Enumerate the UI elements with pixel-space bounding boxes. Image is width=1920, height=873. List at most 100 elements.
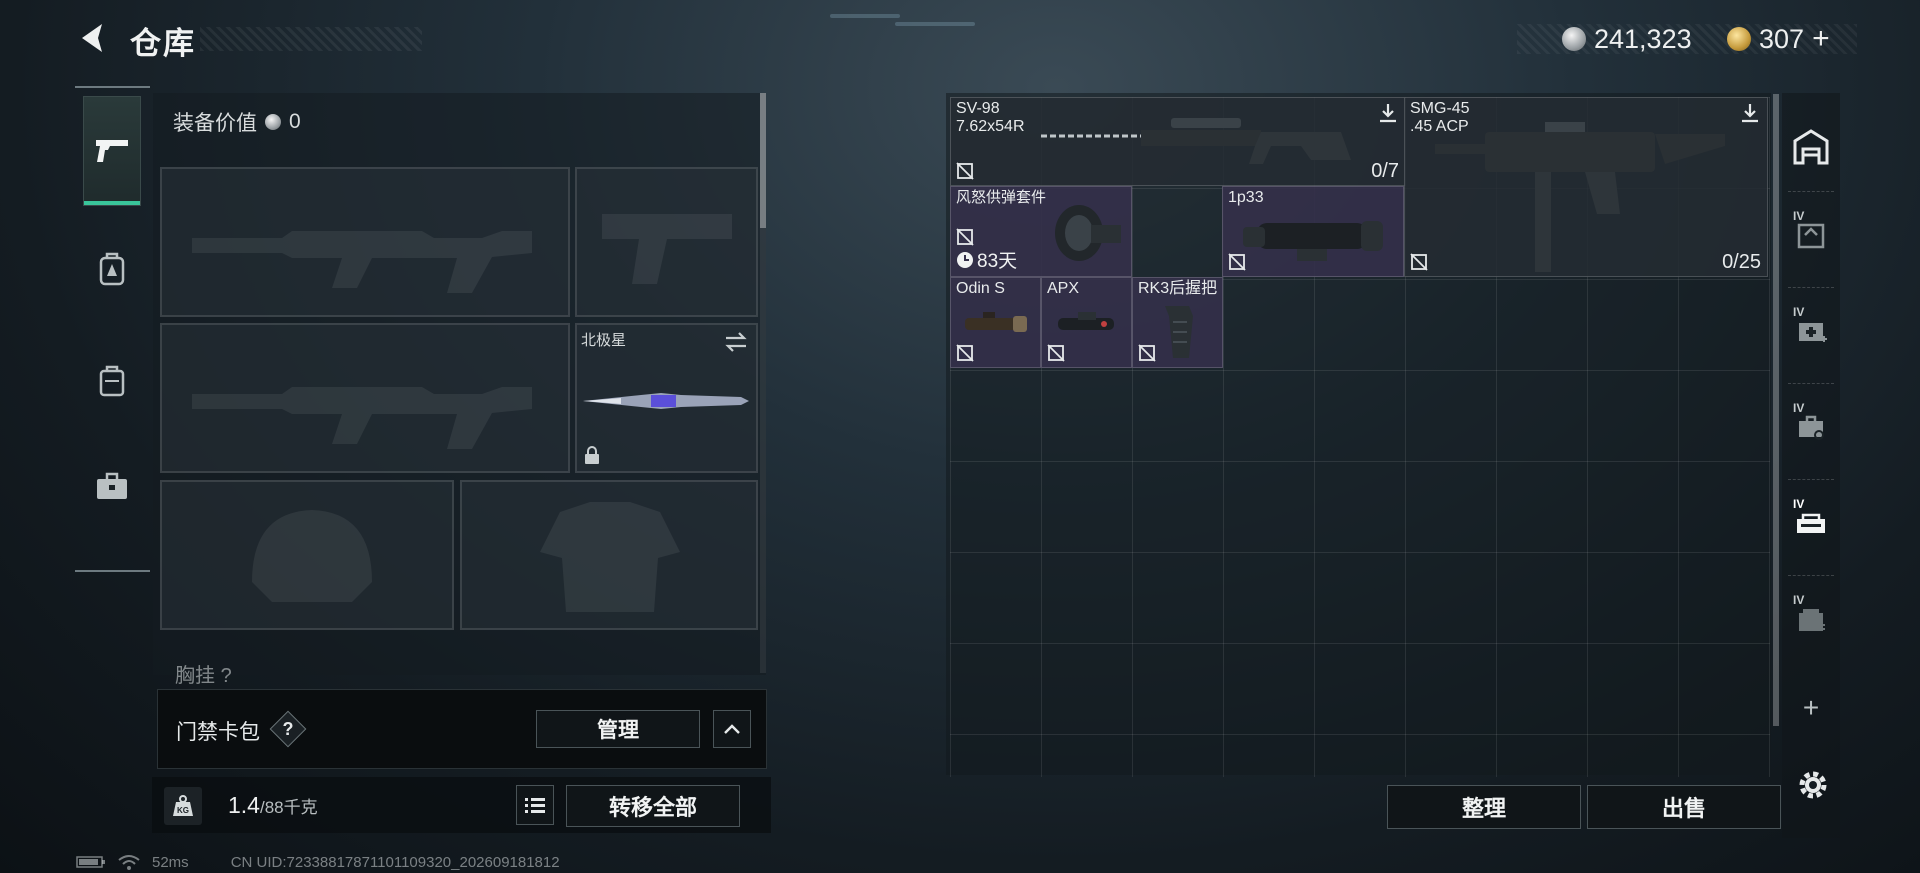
side-tab-stash[interactable] <box>1788 107 1834 187</box>
sniper-rifle-icon <box>1041 118 1351 164</box>
storage-item-1p33-scope[interactable]: 1p33 <box>1222 186 1404 277</box>
sell-button[interactable]: 出售 <box>1587 785 1781 829</box>
pistol-icon <box>96 140 128 162</box>
stash-icon <box>1793 129 1829 165</box>
capacity-bar: KG 1.4/88千克 转移全部 <box>152 777 771 833</box>
settings-button[interactable] <box>1795 767 1831 803</box>
add-currency-button[interactable]: + <box>1812 22 1830 56</box>
rifle-silhouette-icon <box>192 387 532 449</box>
capacity-max: /88千克 <box>259 798 318 817</box>
rifle-silhouette-icon <box>192 231 532 293</box>
tab-level: IV <box>1793 401 1805 415</box>
tab-level: IV <box>1793 209 1805 223</box>
flashlight-icon <box>965 312 1027 332</box>
download-icon[interactable] <box>1739 102 1761 124</box>
sort-button[interactable]: 整理 <box>1387 785 1581 829</box>
loadout-scrollbar[interactable] <box>760 93 766 673</box>
battery-icon <box>76 856 105 868</box>
nav-tab-backpack[interactable] <box>83 214 141 324</box>
side-tab-case-5[interactable]: IV <box>1788 579 1834 659</box>
armor-slot[interactable] <box>460 480 758 630</box>
side-tab-case-3[interactable]: IV <box>1788 387 1834 467</box>
bound-icon <box>1410 253 1428 271</box>
sidearm-slot[interactable] <box>575 167 758 317</box>
silver-currency: 241,323 <box>1562 24 1692 54</box>
back-arrow-icon <box>82 24 102 52</box>
backpack-icon <box>99 252 125 286</box>
storage-scrollbar[interactable] <box>1773 94 1779 726</box>
nav-tab-weapons[interactable] <box>83 96 141 206</box>
bound-icon <box>956 162 974 180</box>
back-button[interactable] <box>76 20 112 56</box>
nav-tab-rig[interactable] <box>83 326 141 436</box>
expand-button[interactable] <box>713 710 751 748</box>
silver-coin-icon <box>1562 27 1586 51</box>
equipment-value-amount: 0 <box>289 110 301 133</box>
storage-panel: SV-98 7.62x54R 0/7 SMG-45.45 ACP 0/25 风怒… <box>946 93 1781 829</box>
loadout-panel: 装备价值 0 北极星 胸挂 ? <box>153 93 766 687</box>
tab-separator <box>1788 383 1834 384</box>
silver-currency-value: 241,323 <box>1594 23 1692 54</box>
helmet-slot[interactable] <box>160 480 454 630</box>
keycard-help-button[interactable]: ? <box>269 710 307 748</box>
page-title: 仓库 <box>130 26 196 61</box>
gold-currency-value: 307 <box>1759 23 1805 54</box>
download-icon[interactable] <box>1377 102 1399 124</box>
tab-separator <box>1788 479 1834 480</box>
toolbox-icon <box>97 472 127 499</box>
transfer-all-button[interactable]: 转移全部 <box>566 785 740 827</box>
side-tab-case-1[interactable]: IV <box>1788 195 1834 275</box>
item-name: 1p33 <box>1228 189 1264 206</box>
melee-item-name: 北极星 <box>581 332 627 349</box>
nav-divider <box>75 86 150 88</box>
gear-icon <box>1799 771 1827 799</box>
storage-item-rk3-grip[interactable]: RK3后握把 <box>1132 277 1223 368</box>
bound-icon <box>1047 344 1065 362</box>
bound-icon <box>1228 253 1246 271</box>
svg-text:KG: KG <box>177 806 189 815</box>
rig-icon <box>99 365 125 397</box>
tab-level: IV <box>1793 497 1805 511</box>
chevron-up-icon <box>724 724 740 734</box>
swap-icon[interactable] <box>724 331 748 353</box>
manage-button[interactable]: 管理 <box>536 710 700 748</box>
gold-coin-icon <box>1727 27 1751 51</box>
item-name: APX <box>1047 280 1080 297</box>
equipment-category-nav <box>75 86 150 576</box>
primary-weapon-slot[interactable] <box>160 167 570 317</box>
scope-icon <box>1243 221 1383 261</box>
keycard-wallet-label: 门禁卡包 <box>176 721 260 744</box>
expiry-days: 83天 <box>977 251 1018 272</box>
wifi-icon <box>118 855 140 870</box>
ammo-count: 0/7 <box>1371 160 1399 182</box>
red-dot-sight-icon <box>1058 312 1114 330</box>
equipment-value: 装备价值 0 <box>173 107 301 137</box>
storage-item-sv98[interactable]: SV-98 7.62x54R 0/7 <box>950 97 1406 186</box>
drum-magazine-icon <box>1055 205 1121 261</box>
ammo-count: 0/25 <box>1722 251 1761 273</box>
secondary-weapon-slot[interactable] <box>160 323 570 473</box>
status-bar: 52ms CN UID:72338817871101109320_2026091… <box>76 852 560 872</box>
list-view-button[interactable] <box>516 785 554 825</box>
loadout-scroll-thumb[interactable] <box>760 93 766 228</box>
storage-item-apx[interactable]: APX <box>1041 277 1132 368</box>
add-case-button[interactable]: + <box>1788 683 1834 733</box>
tab-separator <box>1788 191 1834 192</box>
gold-currency[interactable]: 307 + <box>1727 22 1830 56</box>
storage-item-drum-mag-kit[interactable]: 风怒供弹套件 83天 <box>950 186 1132 277</box>
storage-item-odin-s[interactable]: Odin S <box>950 277 1041 368</box>
bound-icon <box>956 344 974 362</box>
storage-item-smg45[interactable]: SMG-45.45 ACP 0/25 <box>1404 97 1768 277</box>
side-tab-case-2[interactable]: IV <box>1788 291 1834 371</box>
smg-icon <box>1435 122 1725 272</box>
chest-rig-name: 胸挂 <box>175 665 215 687</box>
storage-page-tabs: IV IV IV IV IV + <box>1782 93 1840 838</box>
side-tab-case-4[interactable]: IV <box>1788 483 1834 563</box>
keycard-wallet-bar: 门禁卡包 ? 管理 <box>157 689 767 769</box>
melee-slot[interactable]: 北极星 <box>575 323 758 473</box>
item-name: 风怒供弹套件 <box>956 189 1047 206</box>
item-expiry: 83天 <box>956 246 1017 273</box>
chest-rig-help: ? <box>220 665 232 687</box>
capacity-text: 1.4/88千克 <box>228 792 318 819</box>
nav-tab-toolbox[interactable] <box>83 431 141 541</box>
